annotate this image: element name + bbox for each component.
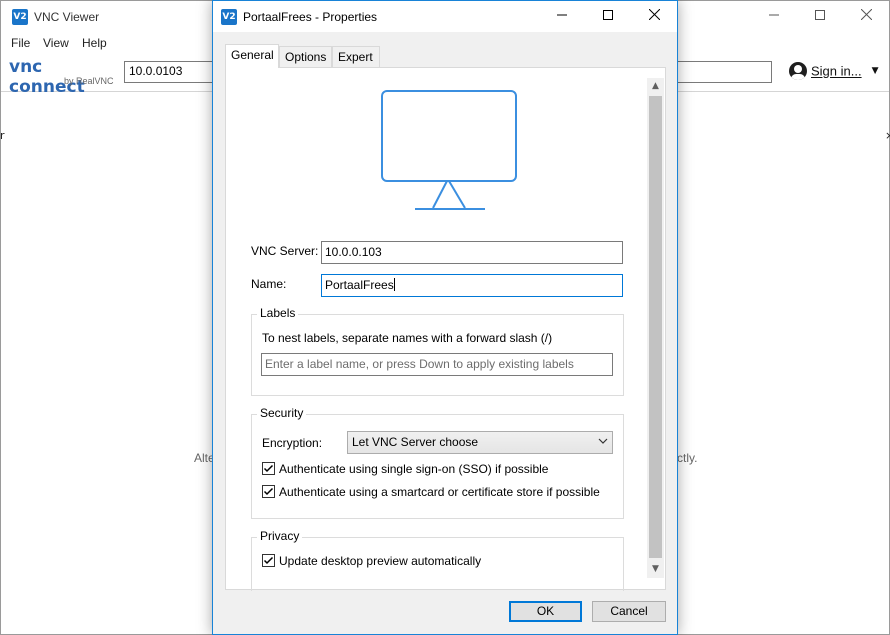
dialog-title-bar: V2 PortaalFrees - Properties — [213, 1, 677, 32]
privacy-group-title: Privacy — [257, 529, 303, 543]
left-edge-glyph: r — [0, 129, 5, 142]
vertical-scrollbar[interactable]: ▲ ▼ — [647, 78, 664, 578]
close-button[interactable] — [843, 1, 889, 32]
text-caret — [393, 278, 395, 291]
tab-expert[interactable]: Expert — [332, 46, 380, 67]
vnc-viewer-icon: V2 — [12, 9, 28, 25]
checkmark-icon — [263, 464, 274, 473]
vnc-server-input[interactable]: 10.0.0.103 — [321, 241, 623, 264]
checkmark-icon — [263, 487, 274, 496]
smartcard-label: Authenticate using a smartcard or certif… — [279, 485, 600, 499]
menu-file[interactable]: File — [11, 36, 30, 50]
close-button[interactable] — [631, 1, 677, 32]
encryption-value: Let VNC Server choose — [352, 435, 479, 449]
labels-group: Labels To nest labels, separate names wi… — [251, 306, 624, 396]
sso-checkbox[interactable] — [262, 462, 275, 475]
minimize-icon — [769, 14, 779, 16]
security-group-title: Security — [257, 406, 307, 420]
minimize-button[interactable] — [539, 1, 585, 32]
tab-general[interactable]: General — [225, 44, 279, 68]
preview-checkbox-row[interactable]: Update desktop preview automatically — [262, 554, 481, 570]
name-label: Name: — [251, 277, 287, 291]
cancel-button[interactable]: Cancel — [592, 601, 666, 622]
scroll-up-icon[interactable]: ▲ — [647, 78, 664, 95]
encryption-label: Encryption: — [262, 436, 323, 450]
chevron-down-icon: ▼ — [871, 66, 879, 76]
preview-label: Update desktop preview automatically — [279, 554, 482, 568]
chevron-down-icon — [598, 438, 608, 444]
sign-in-label: Sign in... — [811, 63, 862, 79]
window-title: VNC Viewer — [34, 10, 100, 24]
minimize-button[interactable] — [751, 1, 797, 32]
close-icon[interactable]: × — [885, 129, 890, 142]
menu-view[interactable]: View — [43, 36, 69, 50]
tab-options[interactable]: Options — [279, 46, 332, 67]
sso-checkbox-row[interactable]: Authenticate using single sign-on (SSO) … — [262, 462, 548, 478]
scroll-down-icon[interactable]: ▼ — [647, 561, 664, 578]
close-icon — [860, 8, 872, 21]
name-input[interactable]: PortaalFrees — [321, 274, 623, 297]
encryption-select[interactable]: Let VNC Server choose — [347, 431, 613, 454]
vnc-server-label: VNC Server: — [251, 244, 319, 258]
preview-checkbox[interactable] — [262, 554, 275, 567]
scrollbar-thumb[interactable] — [649, 96, 662, 558]
ok-button[interactable]: OK — [509, 601, 582, 622]
labels-instructions: To nest labels, separate names with a fo… — [262, 331, 553, 345]
label-input[interactable]: Enter a label name, or press Down to app… — [261, 353, 613, 376]
minimize-icon — [557, 14, 567, 16]
smartcard-checkbox[interactable] — [262, 485, 275, 498]
close-icon — [648, 8, 660, 21]
address-input[interactable]: 10.0.0103 — [124, 61, 214, 83]
address-input-end[interactable] — [677, 61, 772, 83]
vnc-viewer-icon: V2 — [221, 9, 237, 25]
monitor-icon — [381, 90, 517, 210]
maximize-button[interactable] — [585, 1, 631, 32]
properties-dialog: V2 PortaalFrees - Properties General Opt… — [212, 0, 678, 635]
dialog-title: PortaalFrees - Properties — [243, 10, 378, 24]
name-input-value: PortaalFrees — [325, 278, 394, 292]
menu-help[interactable]: Help — [82, 36, 107, 50]
sign-in-button[interactable]: Sign in... ▼ — [789, 62, 879, 84]
maximize-icon — [815, 10, 825, 20]
general-tab-panel: VNC Server: 10.0.0.103 Name: PortaalFree… — [225, 67, 666, 591]
checkmark-icon — [263, 556, 274, 565]
maximize-button[interactable] — [797, 1, 843, 32]
vnc-connect-logo: vnc connect by RealVNC — [9, 57, 119, 97]
smartcard-checkbox-row[interactable]: Authenticate using a smartcard or certif… — [262, 485, 600, 501]
labels-group-title: Labels — [257, 306, 299, 320]
privacy-group: Privacy Update desktop preview automatic… — [251, 529, 624, 591]
hint-text-right: ctly. — [677, 451, 698, 465]
logo-subtitle: by RealVNC — [64, 76, 114, 86]
maximize-icon — [603, 10, 613, 20]
security-group: Security Encryption: Let VNC Server choo… — [251, 406, 624, 519]
user-avatar-icon — [789, 62, 807, 80]
sso-label: Authenticate using single sign-on (SSO) … — [279, 462, 549, 476]
